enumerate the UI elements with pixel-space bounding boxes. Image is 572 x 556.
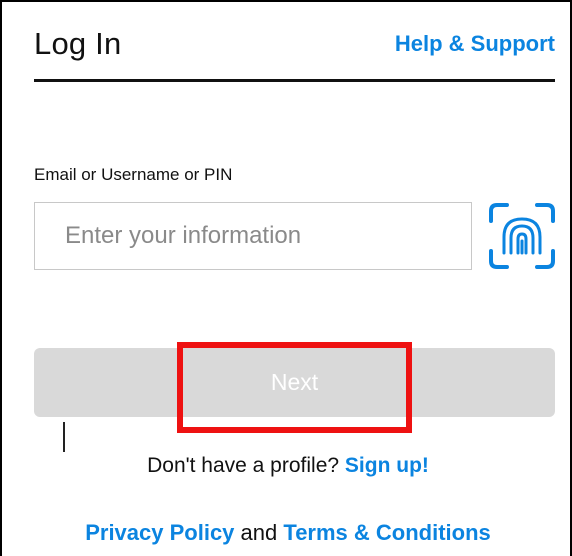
sign-up-link[interactable]: Sign up!	[345, 454, 429, 477]
legal-conjunction: and	[240, 520, 278, 545]
legal-links: Privacy Policy and Terms & Conditions	[2, 520, 572, 546]
login-screen: Log In Help & Support Email or Username …	[0, 0, 572, 556]
identifier-input-container	[34, 202, 472, 452]
header: Log In Help & Support	[34, 26, 555, 82]
next-button[interactable]: Next	[34, 348, 555, 417]
identifier-field-label: Email or Username or PIN	[34, 165, 233, 184]
biometric-login-button[interactable]	[487, 201, 557, 271]
page-title: Log In	[34, 26, 122, 61]
terms-conditions-link[interactable]: Terms & Conditions	[283, 520, 490, 545]
signup-prompt-text: Don't have a profile?	[147, 454, 340, 477]
help-support-link[interactable]: Help & Support	[395, 31, 555, 57]
privacy-policy-link[interactable]: Privacy Policy	[85, 520, 234, 545]
identifier-input[interactable]	[35, 203, 471, 269]
text-caret	[63, 422, 65, 452]
signup-prompt: Don't have a profile? Sign up!	[2, 454, 572, 478]
fingerprint-scan-icon	[489, 203, 555, 269]
